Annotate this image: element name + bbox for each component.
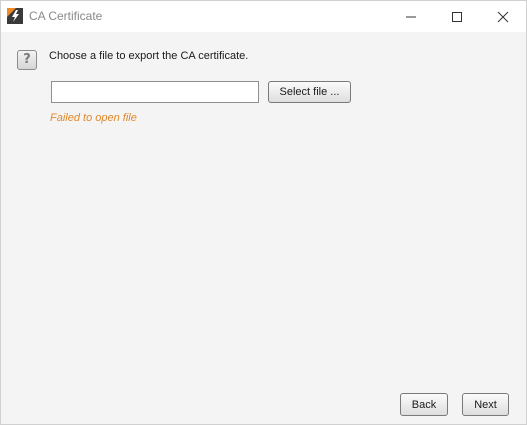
error-message: Failed to open file xyxy=(50,112,137,124)
title-bar[interactable]: CA Certificate xyxy=(1,1,526,32)
lightning-app-icon xyxy=(7,8,23,24)
select-file-button[interactable]: Select file ... xyxy=(268,81,351,103)
minimize-icon xyxy=(405,11,417,23)
back-button[interactable]: Back xyxy=(400,393,448,416)
close-icon xyxy=(497,11,509,23)
file-path-input[interactable] xyxy=(51,81,259,103)
instruction-text: Choose a file to export the CA certifica… xyxy=(49,50,249,62)
window-title: CA Certificate xyxy=(29,9,103,23)
close-button[interactable] xyxy=(480,1,526,32)
maximize-icon xyxy=(451,11,463,23)
minimize-button[interactable] xyxy=(388,1,434,32)
ca-certificate-window: CA Certificate ? Choose a file to export… xyxy=(0,0,527,425)
help-icon: ? xyxy=(17,50,37,70)
dialog-content: ? Choose a file to export the CA certifi… xyxy=(1,32,526,424)
next-button[interactable]: Next xyxy=(462,393,509,416)
maximize-button[interactable] xyxy=(434,1,480,32)
